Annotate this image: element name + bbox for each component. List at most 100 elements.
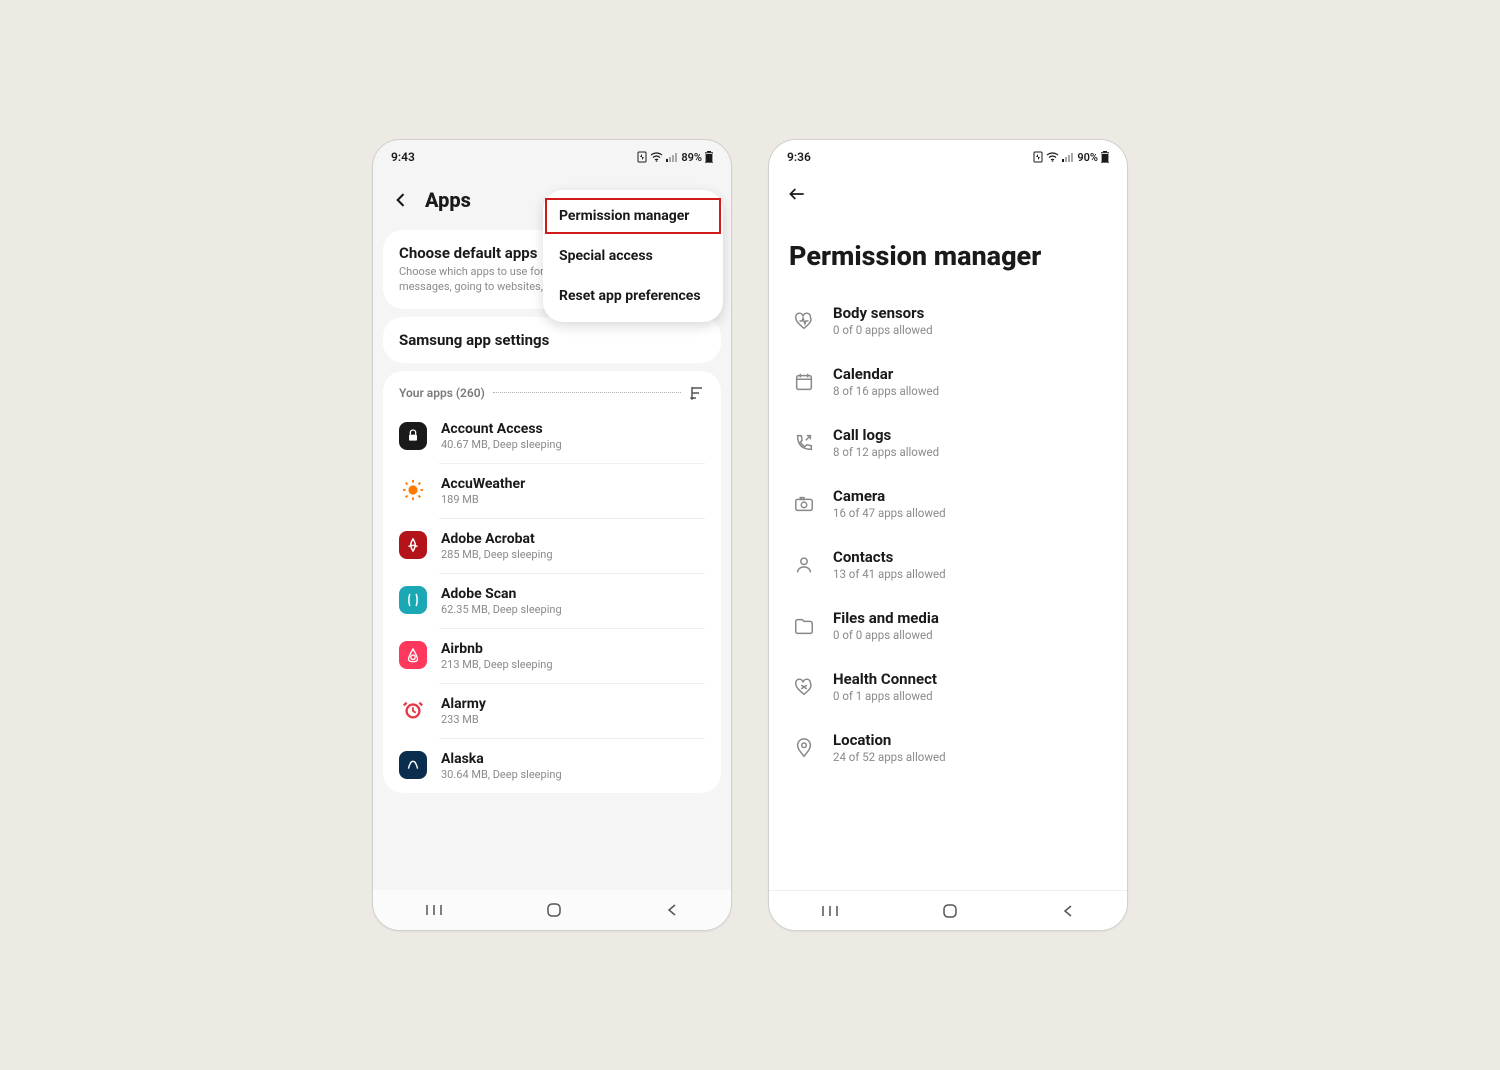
app-name: Account Access — [441, 421, 562, 437]
wifi-icon — [1046, 152, 1059, 162]
signal-icon — [666, 152, 678, 162]
folder-icon — [793, 615, 815, 637]
pin-icon — [793, 737, 815, 759]
health-icon — [793, 676, 815, 698]
calendar-icon — [793, 371, 815, 393]
permission-title: Health Connect — [833, 670, 937, 688]
battery-icon — [1101, 151, 1109, 163]
samsung-app-settings-card[interactable]: Samsung app settings — [383, 317, 721, 363]
app-icon — [399, 641, 427, 669]
header — [769, 170, 1127, 204]
person-icon — [793, 554, 815, 576]
permission-title: Files and media — [833, 609, 939, 627]
permission-sub: 13 of 41 apps allowed — [833, 567, 946, 581]
sort-icon[interactable] — [689, 385, 705, 401]
page-title: Permission manager — [769, 204, 1127, 278]
app-name: Adobe Acrobat — [441, 531, 553, 547]
nav-recents-icon[interactable] — [425, 903, 443, 917]
permission-list: Body sensors 0 of 0 apps allowed Calenda… — [769, 278, 1127, 790]
permission-sub: 0 of 0 apps allowed — [833, 628, 939, 642]
permission-row[interactable]: Health Connect 0 of 1 apps allowed — [769, 656, 1127, 717]
battery-percent: 90% — [1077, 151, 1098, 164]
permission-sub: 24 of 52 apps allowed — [833, 750, 946, 764]
app-icon — [399, 696, 427, 724]
permission-title: Location — [833, 731, 946, 749]
app-name: AccuWeather — [441, 476, 525, 492]
phone-permission-manager-screen: 9:36 90% Permission manager Body sensors… — [768, 139, 1128, 931]
signal-icon — [1062, 152, 1074, 162]
permission-sub: 8 of 12 apps allowed — [833, 445, 939, 459]
permission-sub: 8 of 16 apps allowed — [833, 384, 939, 398]
app-sub: 213 MB, Deep sleeping — [441, 658, 553, 671]
app-sub: 189 MB — [441, 493, 525, 506]
overflow-menu: Permission manager Special access Reset … — [543, 190, 723, 322]
page-title: Apps — [425, 188, 471, 212]
app-sub: 62.35 MB, Deep sleeping — [441, 603, 562, 616]
battery-percent: 89% — [681, 151, 702, 164]
back-button[interactable] — [787, 184, 807, 204]
app-row[interactable]: Adobe Scan 62.35 MB, Deep sleeping — [383, 573, 721, 628]
nav-home-icon[interactable] — [942, 903, 958, 919]
nav-back-icon[interactable] — [665, 903, 679, 917]
divider-dots — [493, 392, 681, 393]
app-name: Adobe Scan — [441, 586, 562, 602]
app-name: Alarmy — [441, 696, 486, 712]
app-icon — [399, 751, 427, 779]
menu-special-access[interactable]: Special access — [543, 236, 723, 276]
app-row[interactable]: Adobe Acrobat 285 MB, Deep sleeping — [383, 518, 721, 573]
permission-sub: 0 of 0 apps allowed — [833, 323, 933, 337]
app-sub: 30.64 MB, Deep sleeping — [441, 768, 562, 781]
permission-title: Call logs — [833, 426, 939, 444]
app-row[interactable]: Account Access 40.67 MB, Deep sleeping — [383, 409, 721, 463]
nav-back-icon[interactable] — [1061, 904, 1075, 918]
app-row[interactable]: AccuWeather 189 MB — [383, 463, 721, 518]
menu-reset-app-preferences[interactable]: Reset app preferences — [543, 276, 723, 316]
status-time: 9:43 — [391, 150, 415, 164]
permission-sub: 16 of 47 apps allowed — [833, 506, 946, 520]
nav-bar — [373, 890, 731, 930]
app-row[interactable]: Alaska 30.64 MB, Deep sleeping — [383, 738, 721, 793]
battery-icon — [705, 151, 713, 163]
app-sub: 233 MB — [441, 713, 486, 726]
nav-recents-icon[interactable] — [821, 904, 839, 918]
menu-permission-manager[interactable]: Permission manager — [543, 196, 723, 236]
back-button[interactable] — [391, 190, 411, 210]
app-icon — [399, 586, 427, 614]
app-name: Alaska — [441, 751, 562, 767]
app-row[interactable]: Airbnb 213 MB, Deep sleeping — [383, 628, 721, 683]
phone-apps-screen: 9:43 89% Apps Permission manager Special… — [372, 139, 732, 931]
permission-sub: 0 of 1 apps allowed — [833, 689, 937, 703]
permission-row[interactable]: Camera 16 of 47 apps allowed — [769, 473, 1127, 534]
permission-row[interactable]: Location 24 of 52 apps allowed — [769, 717, 1127, 778]
samsung-app-settings-title: Samsung app settings — [399, 331, 705, 349]
permission-title: Calendar — [833, 365, 939, 383]
permission-title: Body sensors — [833, 304, 933, 322]
app-name: Airbnb — [441, 641, 553, 657]
status-indicators: 90% — [1033, 151, 1109, 164]
your-apps-card: Your apps (260) Account Access 40.67 MB,… — [383, 371, 721, 793]
camera-icon — [793, 493, 815, 515]
nav-home-icon[interactable] — [546, 902, 562, 918]
app-row[interactable]: Alarmy 233 MB — [383, 683, 721, 738]
status-indicators: 89% — [637, 151, 713, 164]
heart-icon — [793, 310, 815, 332]
permission-row[interactable]: Body sensors 0 of 0 apps allowed — [769, 290, 1127, 351]
app-icon — [399, 476, 427, 504]
status-time: 9:36 — [787, 150, 811, 164]
battery-saver-icon — [637, 151, 647, 163]
wifi-icon — [650, 152, 663, 162]
call-icon — [793, 432, 815, 454]
app-icon — [399, 531, 427, 559]
permission-title: Camera — [833, 487, 946, 505]
permission-row[interactable]: Call logs 8 of 12 apps allowed — [769, 412, 1127, 473]
status-bar: 9:43 89% — [373, 144, 731, 170]
nav-bar — [769, 890, 1127, 930]
permission-row[interactable]: Contacts 13 of 41 apps allowed — [769, 534, 1127, 595]
battery-saver-icon — [1033, 151, 1043, 163]
permission-row[interactable]: Files and media 0 of 0 apps allowed — [769, 595, 1127, 656]
your-apps-label: Your apps (260) — [399, 386, 485, 400]
app-sub: 285 MB, Deep sleeping — [441, 548, 553, 561]
permission-title: Contacts — [833, 548, 946, 566]
status-bar: 9:36 90% — [769, 144, 1127, 170]
permission-row[interactable]: Calendar 8 of 16 apps allowed — [769, 351, 1127, 412]
